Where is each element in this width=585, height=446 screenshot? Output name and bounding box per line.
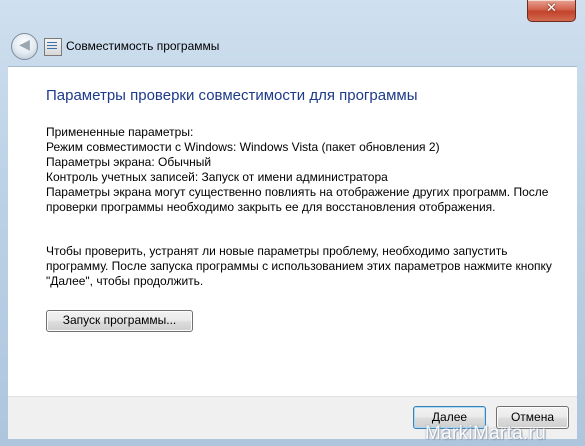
settings-intro: Примененные параметры: — [46, 125, 194, 139]
wizard-header: ◀ Совместимость программы — [8, 30, 577, 66]
close-icon: ✕ — [546, 1, 557, 16]
screen-warning-text: Параметры экрана могут существенно повли… — [46, 185, 549, 214]
screen-params-text: Параметры экрана: Обычный — [46, 155, 212, 169]
close-button[interactable]: ✕ — [527, 0, 576, 22]
page-heading: Параметры проверки совместимости для про… — [46, 87, 418, 104]
watermark: MarkiMarta.ru — [425, 423, 547, 444]
applied-settings: Примененные параметры: Режим совместимос… — [46, 125, 566, 215]
back-button[interactable]: ◀ — [11, 33, 38, 60]
uac-text: Контроль учетных записей: Запуск от имен… — [46, 170, 388, 184]
launch-program-button[interactable]: Запуск программы... — [46, 310, 193, 332]
wizard-title: Совместимость программы — [66, 39, 220, 53]
compat-mode-text: Режим совместимости с Windows: Windows V… — [46, 140, 440, 154]
back-arrow-icon: ◀ — [19, 37, 30, 53]
window-frame: ✕ ◀ Совместимость программы Параметры пр… — [0, 0, 585, 446]
instructions-text: Чтобы проверить, устранят ли новые парам… — [46, 244, 552, 288]
wizard-content: Параметры проверки совместимости для про… — [8, 66, 577, 397]
compatibility-app-icon — [44, 38, 62, 56]
